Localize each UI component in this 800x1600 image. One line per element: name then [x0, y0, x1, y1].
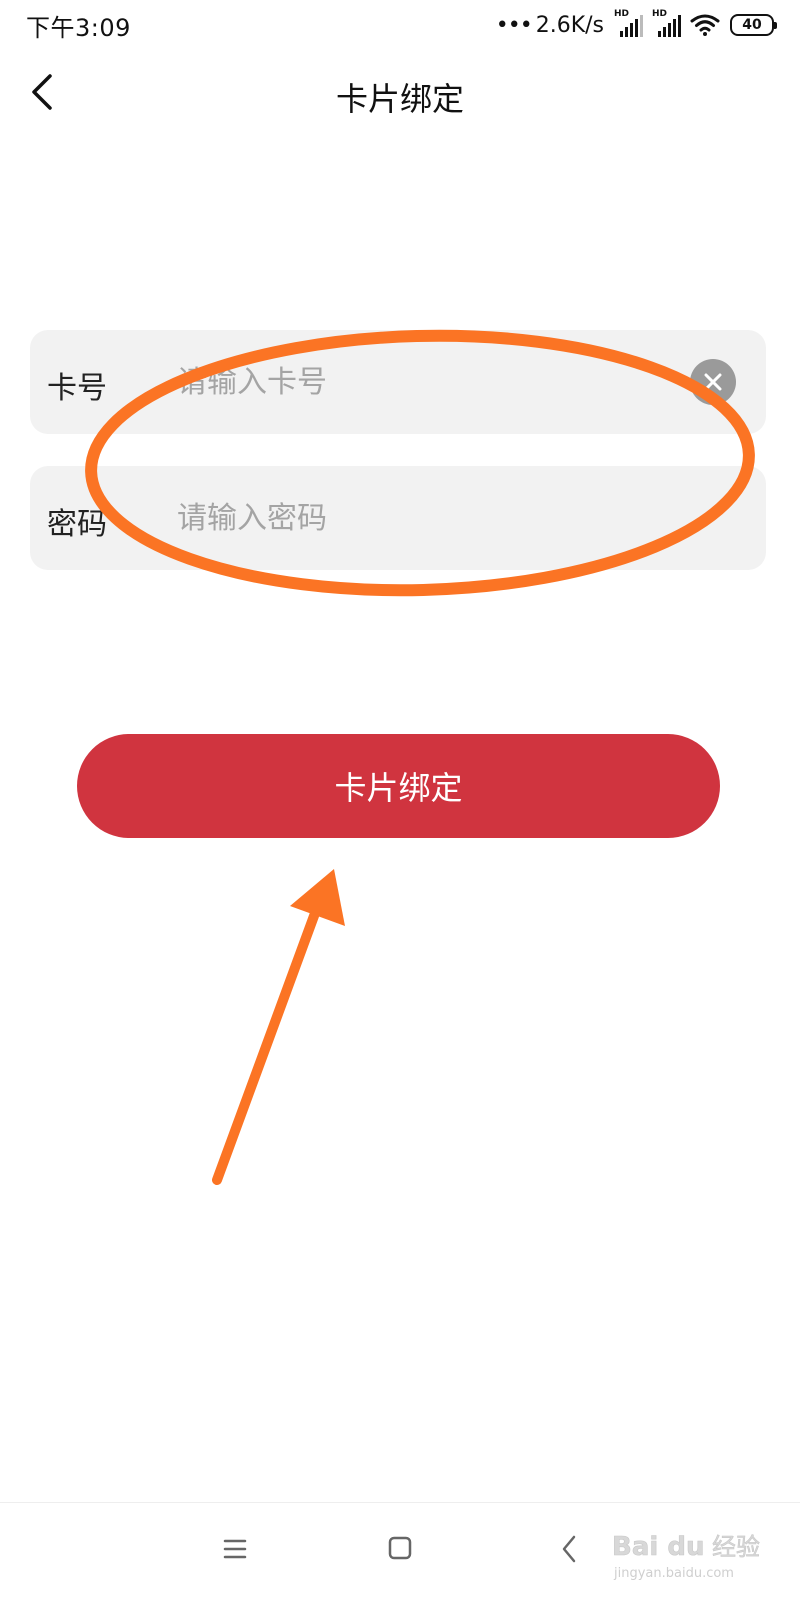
card-number-label: 卡号 — [47, 371, 107, 406]
menu-button[interactable] — [211, 1525, 259, 1573]
password-input[interactable] — [147, 492, 737, 544]
status-dots: ••• — [495, 12, 533, 38]
signal-icon: HD — [614, 9, 643, 37]
home-square-icon — [388, 1536, 412, 1560]
close-icon — [704, 373, 722, 391]
battery-level: 40 — [742, 17, 762, 33]
hd-badge: HD — [652, 9, 668, 19]
network-speed: 2.6K/s — [535, 12, 604, 38]
nav-back-button[interactable] — [545, 1525, 593, 1573]
arrow-head — [290, 869, 345, 926]
hd-badge: HD — [614, 9, 630, 19]
password-field: 密码 — [30, 466, 766, 570]
signal-icon: HD — [652, 9, 681, 37]
wifi-icon — [690, 14, 720, 36]
home-button[interactable] — [376, 1525, 424, 1573]
password-label: 密码 — [47, 507, 107, 542]
back-icon — [562, 1535, 576, 1563]
status-indicators: ••• 2.6K/s HD HD 40 — [495, 9, 777, 40]
system-nav-bar — [0, 1503, 800, 1600]
bind-card-button[interactable]: 卡片绑定 — [77, 734, 720, 838]
status-bar: 下午3:09 ••• 2.6K/s HD HD 40 — [0, 0, 800, 50]
clear-button[interactable] — [690, 359, 736, 405]
card-number-field: 卡号 — [30, 330, 766, 434]
arrow-shaft — [212, 900, 323, 1185]
page-title: 卡片绑定 — [335, 80, 464, 118]
header: 卡片绑定 — [0, 52, 800, 132]
status-time: 下午3:09 — [26, 14, 131, 42]
menu-icon — [223, 1539, 247, 1559]
card-number-input[interactable] — [147, 356, 737, 408]
battery-icon: 40 — [730, 14, 777, 36]
